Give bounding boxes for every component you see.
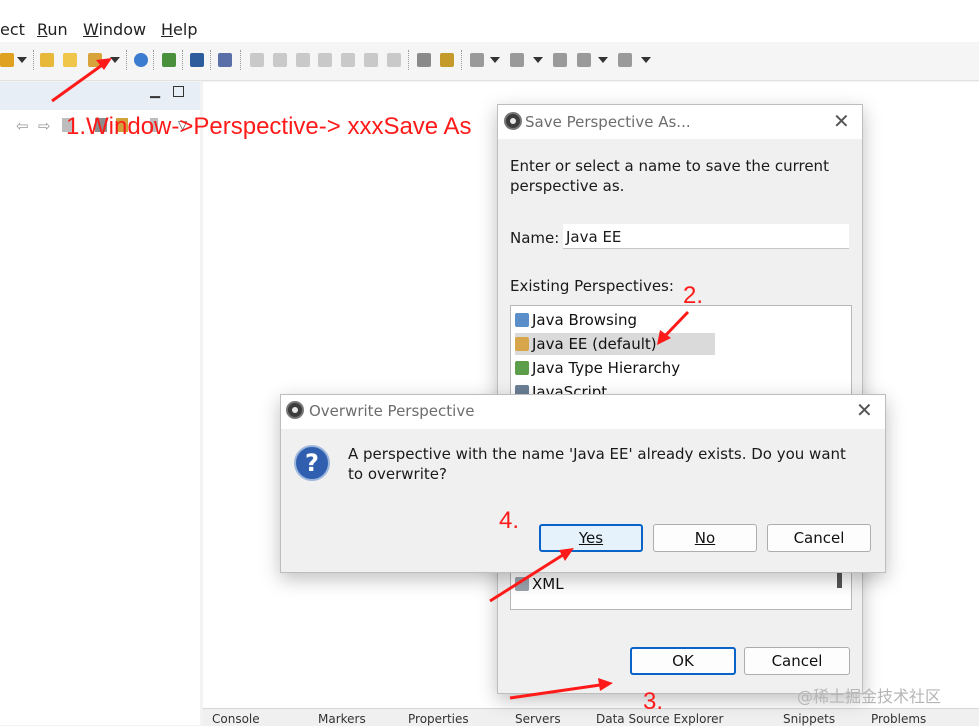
annotation-step4: 4.: [499, 507, 520, 534]
annotation-step3: 3.: [643, 688, 664, 715]
annotation-step2: 2.: [683, 282, 704, 309]
annotation-step1: 1.Window->Perspective-> xxxSave As: [66, 113, 472, 140]
arrowhead-step3: [598, 678, 613, 691]
annotation-arrows: [51, 58, 690, 700]
arrow-step1: [51, 61, 106, 103]
arrow-step2: [662, 310, 690, 339]
arrow-step3: [509, 683, 601, 700]
arrow-step4: [489, 551, 567, 603]
watermark: @稀土掘金技术社区: [797, 687, 942, 706]
